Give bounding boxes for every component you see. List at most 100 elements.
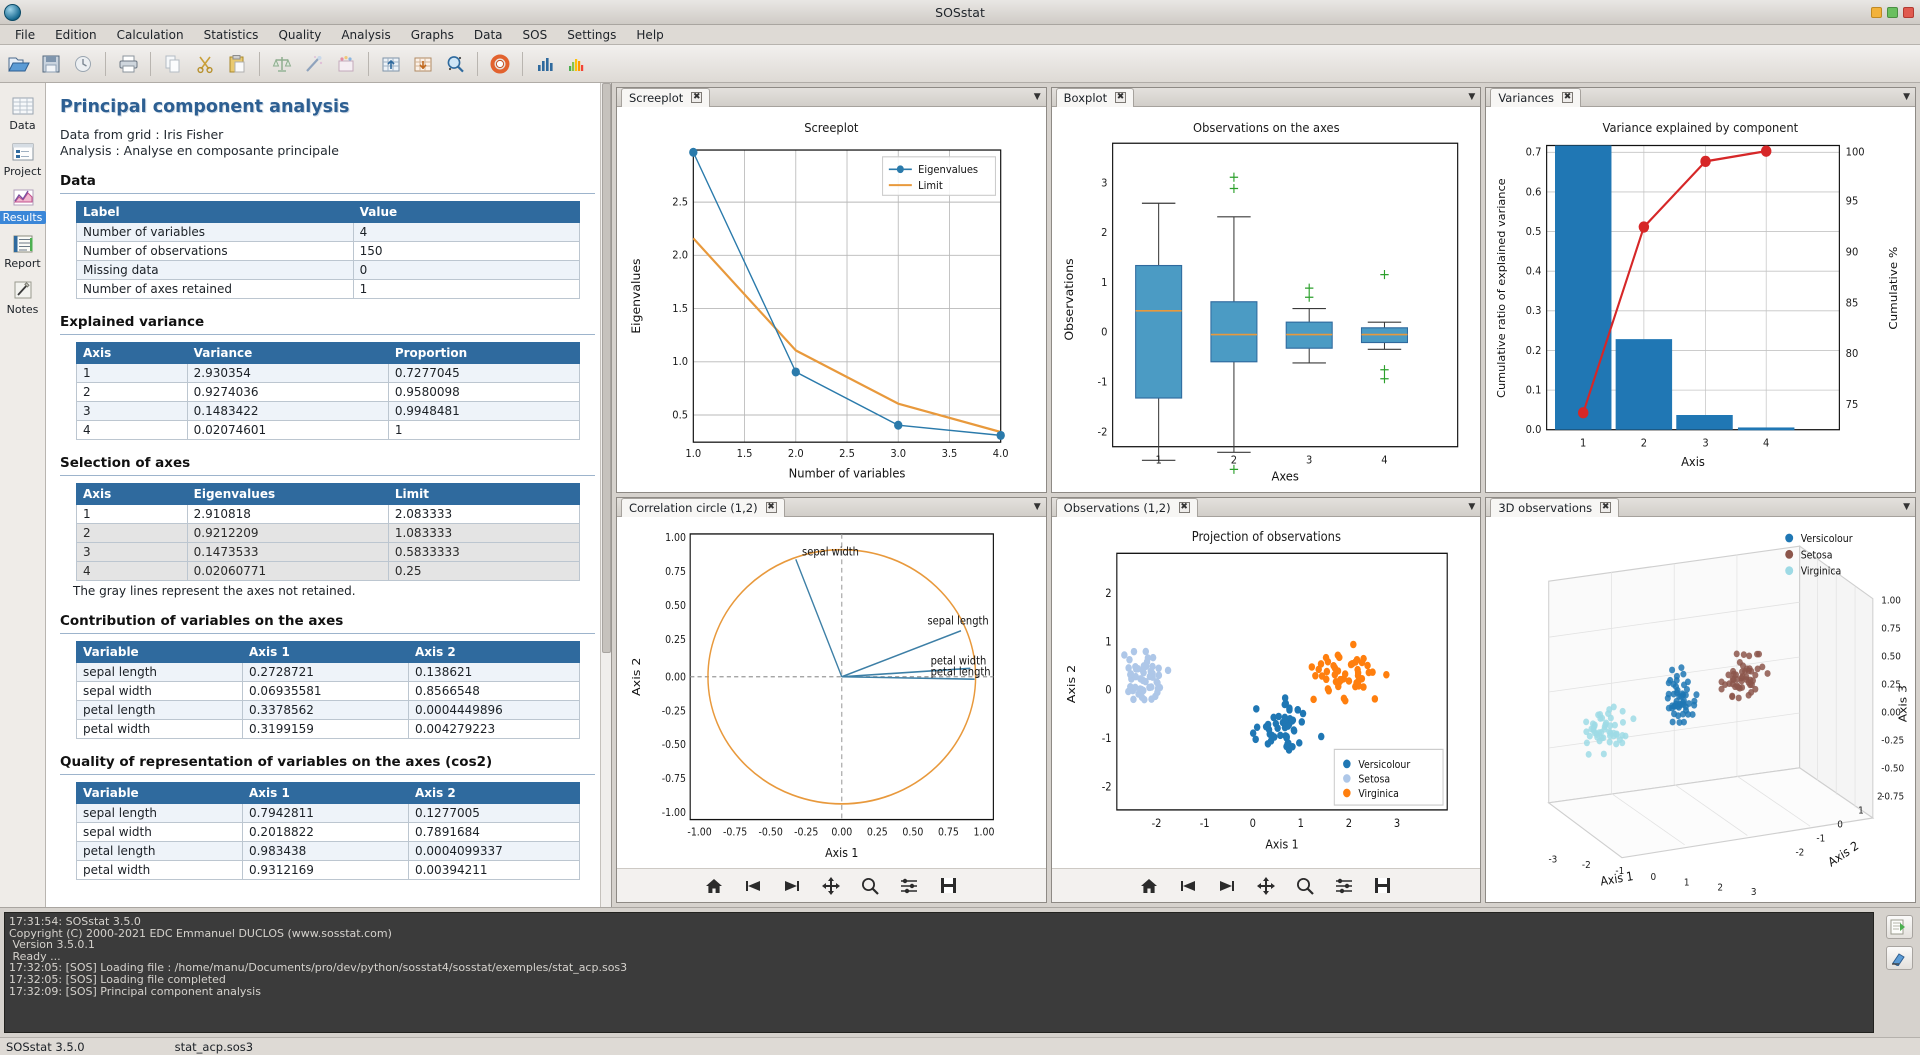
tab-observations[interactable]: Observations (1,2) ✖ <box>1056 498 1198 517</box>
home-icon[interactable] <box>1138 875 1160 897</box>
back-arrow-icon[interactable] <box>742 875 764 897</box>
tab-correlation-circle[interactable]: Correlation circle (1,2) ✖ <box>621 498 785 517</box>
clear-log-icon[interactable] <box>1886 946 1913 970</box>
paste-icon[interactable] <box>222 49 252 79</box>
import-grid-icon[interactable] <box>376 49 406 79</box>
close-button[interactable] <box>1903 7 1914 18</box>
menu-settings[interactable]: Settings <box>558 26 625 44</box>
panel-menu-icon[interactable]: ▼ <box>1034 92 1041 102</box>
scrollbar-thumb[interactable] <box>602 83 611 653</box>
panel-screeplot: Screeplot ✖ ▼ Screeplot <box>616 87 1047 493</box>
copy-icon[interactable] <box>158 49 188 79</box>
histogram-icon[interactable] <box>562 49 592 79</box>
cell: 0.983438 <box>242 842 408 861</box>
menu-help[interactable]: Help <box>627 26 672 44</box>
palette-icon[interactable] <box>331 49 361 79</box>
tab-label: 3D observations <box>1498 501 1592 515</box>
observations-3d-figure[interactable]: -3-2-1 0123 -2-10 12 1.000.750.50 0.250.… <box>1486 517 1915 902</box>
tab-screeplot[interactable]: Screeplot ✖ <box>621 88 710 107</box>
sidebar-item-project[interactable]: Project <box>0 137 46 181</box>
open-file-icon[interactable] <box>4 49 34 79</box>
menu-data[interactable]: Data <box>465 26 512 44</box>
close-tab-icon[interactable]: ✖ <box>766 502 777 513</box>
svg-text:Number of variables: Number of variables <box>789 466 906 481</box>
forward-arrow-icon[interactable] <box>1216 875 1238 897</box>
sidebar-item-report[interactable]: Report <box>0 229 46 273</box>
pan-icon[interactable] <box>1255 875 1277 897</box>
variances-figure[interactable]: Variance explained by component <box>1486 107 1915 492</box>
menu-quality[interactable]: Quality <box>269 26 330 44</box>
svg-text:-2: -2 <box>1097 426 1107 438</box>
lifering-icon[interactable] <box>485 49 515 79</box>
minimize-button[interactable] <box>1871 7 1882 18</box>
boxplot-figure[interactable]: Observations on the axes -2-10 123 <box>1052 107 1481 492</box>
cell: sepal width <box>77 823 243 842</box>
sidebar-item-notes[interactable]: Notes <box>0 275 46 319</box>
cut-icon[interactable] <box>190 49 220 79</box>
menu-analysis[interactable]: Analysis <box>332 26 399 44</box>
section-heading-cos2: Quality of representation of variables o… <box>60 754 595 775</box>
save-figure-icon[interactable] <box>937 875 959 897</box>
wand-icon[interactable] <box>299 49 329 79</box>
cell: 0.7942811 <box>242 804 408 823</box>
status-filename: stat_acp.sos3 <box>175 1040 253 1054</box>
svg-text:Cumulative %: Cumulative % <box>1887 247 1900 330</box>
maximize-button[interactable] <box>1887 7 1898 18</box>
export-grid-icon[interactable] <box>408 49 438 79</box>
save-file-icon[interactable] <box>36 49 66 79</box>
correlation-circle-figure[interactable]: sepal width sepal length petal width pet… <box>617 517 1046 868</box>
observations-figure[interactable]: Projection of observations -2-10 12 -2-1… <box>1052 517 1481 868</box>
svg-text:Variance explained by componen: Variance explained by component <box>1603 120 1799 135</box>
tab-boxplot[interactable]: Boxplot ✖ <box>1056 88 1134 107</box>
svg-text:-0.50: -0.50 <box>759 827 783 839</box>
sidebar-item-data[interactable]: Data <box>0 91 46 135</box>
tab-variances[interactable]: Variances ✖ <box>1490 88 1581 107</box>
close-tab-icon[interactable]: ✖ <box>1600 502 1611 513</box>
menu-edition[interactable]: Edition <box>46 26 106 44</box>
column-header: Axis 1 <box>242 783 408 804</box>
panel-menu-icon[interactable]: ▼ <box>1468 502 1475 512</box>
zoom-icon[interactable] <box>859 875 881 897</box>
close-tab-icon[interactable]: ✖ <box>691 92 702 103</box>
print-icon[interactable] <box>113 49 143 79</box>
table-header-row: Axis Variance Proportion <box>77 343 580 364</box>
cell: 0.1277005 <box>408 804 579 823</box>
cell: Number of observations <box>77 242 354 261</box>
panel-menu-icon[interactable]: ▼ <box>1903 92 1910 102</box>
tab-3d-observations[interactable]: 3D observations ✖ <box>1490 498 1619 517</box>
balance-icon[interactable] <box>267 49 297 79</box>
panel-menu-icon[interactable]: ▼ <box>1034 502 1041 512</box>
save-figure-icon[interactable] <box>1372 875 1394 897</box>
close-tab-icon[interactable]: ✖ <box>1179 502 1190 513</box>
close-tab-icon[interactable]: ✖ <box>1115 92 1126 103</box>
panel-menu-icon[interactable]: ▼ <box>1903 502 1910 512</box>
svg-text:1: 1 <box>1684 877 1690 889</box>
svg-text:2: 2 <box>1718 882 1724 894</box>
cell: 4 <box>353 223 579 242</box>
close-tab-icon[interactable]: ✖ <box>1562 92 1573 103</box>
panel-correlation-circle: Correlation circle (1,2) ✖ ▼ <box>616 497 1047 903</box>
zoom-icon[interactable] <box>1294 875 1316 897</box>
menu-calculation[interactable]: Calculation <box>108 26 193 44</box>
log-console[interactable]: 17:31:54: SOSstat 3.5.0 Copyright (C) 20… <box>4 912 1874 1033</box>
inspect-data-icon[interactable] <box>440 49 470 79</box>
chart-tool-icon[interactable] <box>530 49 560 79</box>
back-arrow-icon[interactable] <box>1177 875 1199 897</box>
export-log-icon[interactable] <box>1886 915 1913 939</box>
sidebar-item-results[interactable]: Results <box>0 183 46 227</box>
document-scrollbar[interactable] <box>600 83 611 907</box>
project-icon <box>11 140 35 164</box>
menu-sos[interactable]: SOS <box>514 26 557 44</box>
forward-arrow-icon[interactable] <box>781 875 803 897</box>
pan-icon[interactable] <box>820 875 842 897</box>
screeplot-figure[interactable]: Screeplot <box>617 107 1046 492</box>
menu-file[interactable]: File <box>6 26 44 44</box>
menu-statistics[interactable]: Statistics <box>195 26 268 44</box>
configure-subplots-icon[interactable] <box>1333 875 1355 897</box>
recent-files-icon[interactable] <box>68 49 98 79</box>
svg-text:Eigenvalues: Eigenvalues <box>629 259 642 334</box>
configure-subplots-icon[interactable] <box>898 875 920 897</box>
panel-menu-icon[interactable]: ▼ <box>1468 92 1475 102</box>
menu-graphs[interactable]: Graphs <box>402 26 463 44</box>
home-icon[interactable] <box>703 875 725 897</box>
